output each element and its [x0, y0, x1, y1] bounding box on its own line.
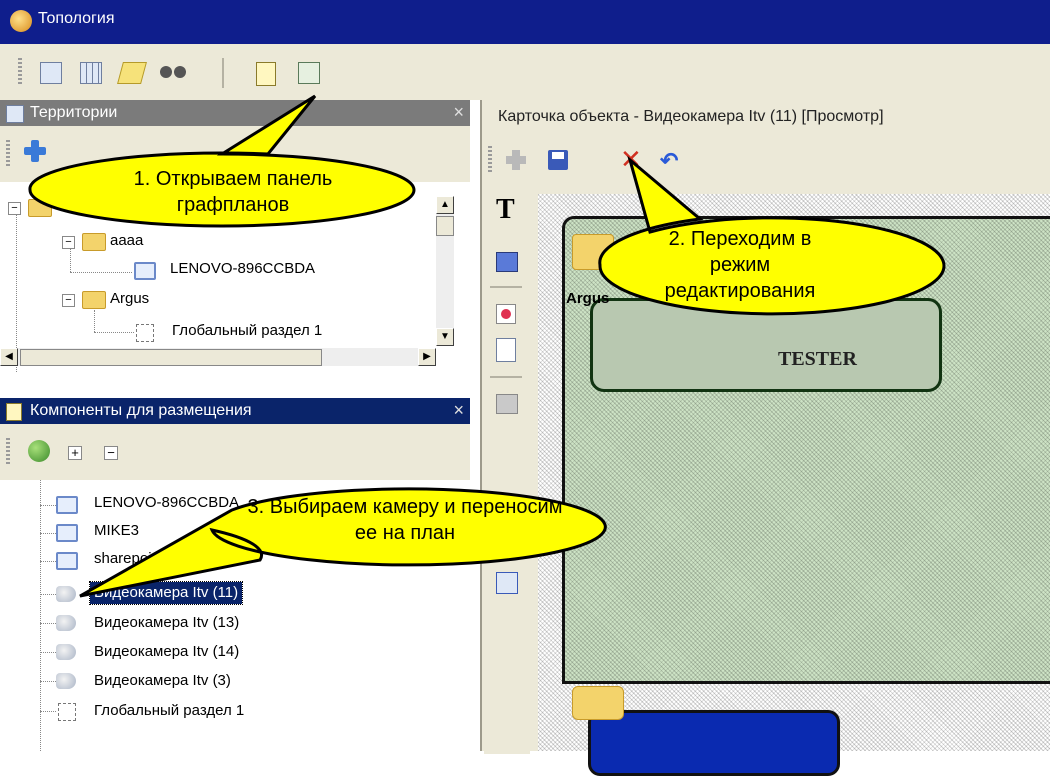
callout-1-text: 1. Открываем панель графпланов	[133, 168, 333, 216]
callout-2-text: 2. Переходим в режим редактирования	[664, 228, 816, 302]
callout-3-text: 3. Выбираем камеру и переносим ее на пла…	[247, 496, 563, 544]
callouts-layer	[28, 94, 946, 598]
